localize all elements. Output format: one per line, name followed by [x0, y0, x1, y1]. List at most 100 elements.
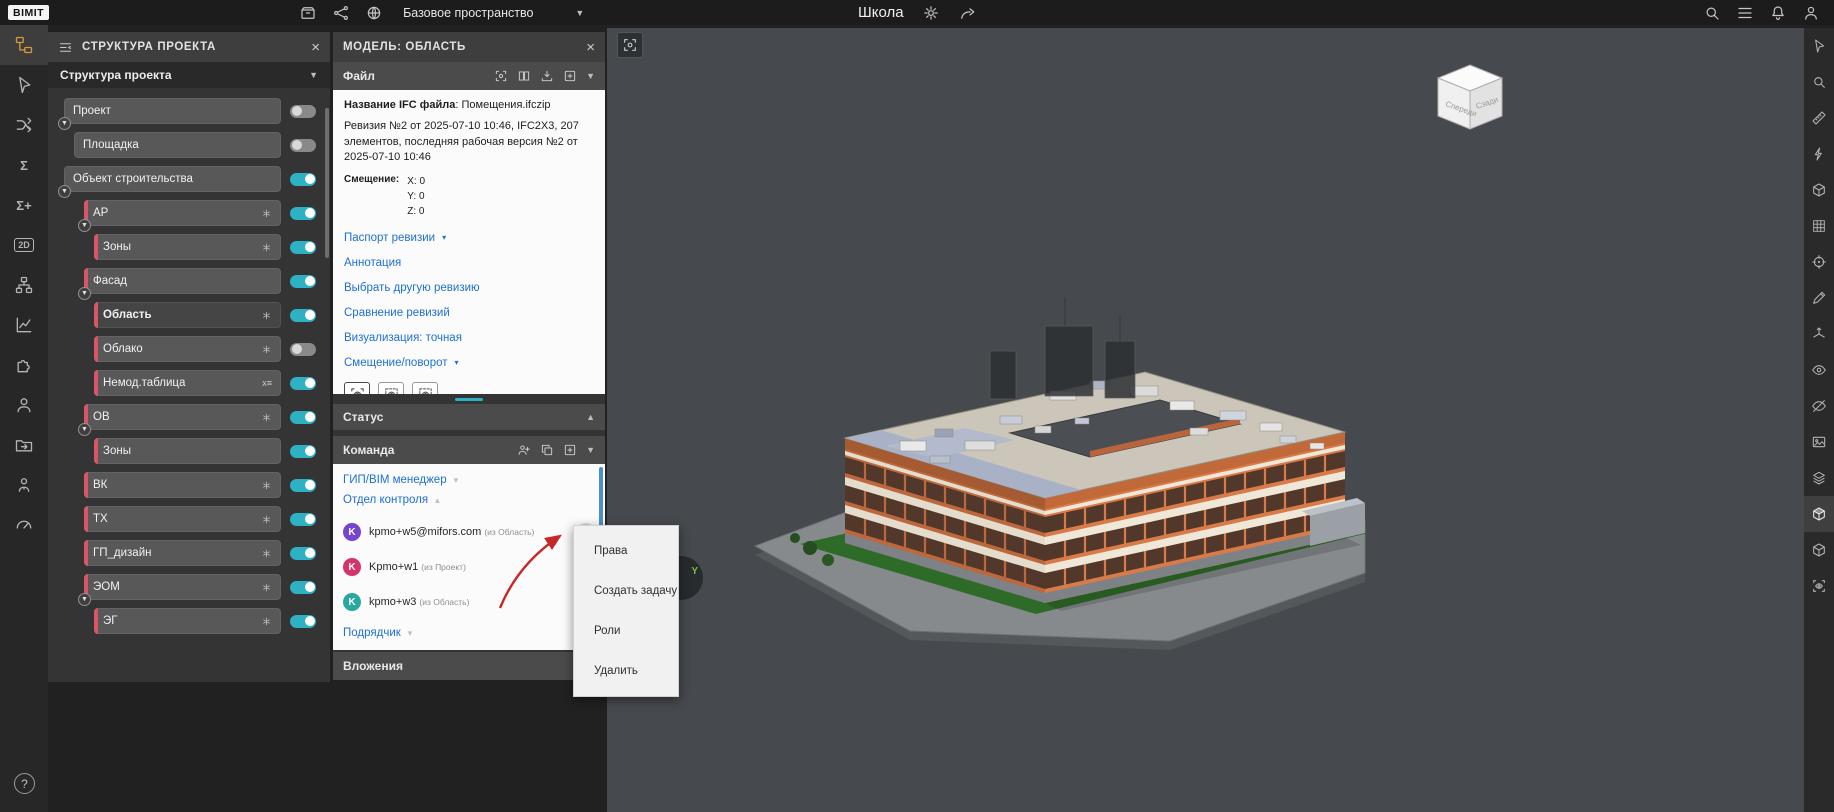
visibility-toggle[interactable] — [290, 513, 316, 526]
context-menu-item-2[interactable]: Роли — [574, 611, 678, 651]
tree-node-10[interactable]: Зоны — [94, 438, 281, 464]
account-icon[interactable] — [1802, 4, 1820, 22]
tree-node-11[interactable]: ВК — [84, 472, 281, 498]
visibility-toggle[interactable] — [290, 173, 316, 186]
file-link-2[interactable]: Выбрать другую ревизию — [344, 282, 594, 294]
rail-item-connections[interactable] — [0, 105, 48, 145]
tool-visibility-off[interactable] — [1804, 388, 1834, 424]
structure-mode-select[interactable]: Структура проекта ▼ — [48, 62, 330, 88]
tree-node-4[interactable]: Зоны — [94, 234, 281, 260]
rail-item-select-cursor[interactable] — [0, 65, 48, 105]
visibility-toggle[interactable] — [290, 309, 316, 322]
notifications-bell-icon[interactable] — [1769, 4, 1787, 22]
share-network-icon[interactable] — [332, 4, 350, 22]
team-group-contractor[interactable]: Подрядчик ▾ — [343, 627, 595, 639]
menu-list-icon[interactable] — [1736, 4, 1754, 22]
context-menu-item-0[interactable]: Права — [574, 531, 678, 571]
viewport-3d[interactable]: Спереди Сзади Y — [607, 28, 1804, 812]
visibility-toggle[interactable] — [290, 479, 316, 492]
team-group-control[interactable]: Отдел контроля ▴ — [343, 494, 595, 506]
tool-markup[interactable] — [1804, 280, 1834, 316]
rail-item-users[interactable] — [0, 385, 48, 425]
tool-isolate-half[interactable] — [1804, 496, 1834, 532]
view-cube[interactable]: Спереди Сзади — [1433, 61, 1507, 141]
rail-item-hierarchy[interactable] — [0, 265, 48, 305]
close-icon[interactable]: × — [586, 40, 595, 55]
visibility-toggle[interactable] — [290, 445, 316, 458]
tree-node-3[interactable]: АР▼ — [84, 200, 281, 226]
chevron-down-icon[interactable]: ▼ — [586, 445, 595, 455]
projects-archive-icon[interactable] — [299, 4, 317, 22]
chevron-up-icon[interactable]: ▲ — [586, 412, 595, 422]
settings-gear-icon[interactable] — [922, 4, 940, 22]
expand-toggle-icon[interactable]: ▼ — [58, 117, 71, 130]
compare-columns-icon[interactable] — [517, 69, 531, 83]
expand-toggle-icon[interactable]: ▼ — [78, 287, 91, 300]
rail-item-chart[interactable] — [0, 305, 48, 345]
tool-pan[interactable] — [1804, 28, 1834, 64]
tree-node-15[interactable]: ЭГ — [94, 608, 281, 634]
add-icon[interactable] — [563, 69, 577, 83]
rail-item-sum-plus[interactable]: Σ+ — [0, 185, 48, 225]
focus-model-button[interactable] — [617, 32, 643, 58]
tree-node-0[interactable]: Проект▼ — [64, 98, 281, 124]
visibility-toggle[interactable] — [290, 207, 316, 220]
close-icon[interactable]: × — [311, 40, 320, 55]
rail-item-dashboard[interactable] — [0, 505, 48, 545]
app-logo[interactable]: BIMIT — [8, 5, 49, 20]
tool-filter-eye[interactable] — [1804, 568, 1834, 604]
expand-toggle-icon[interactable]: ▼ — [78, 423, 91, 436]
team-group-managers[interactable]: ГИП/BIM менеджер ▾ — [343, 474, 595, 486]
collapse-panel-icon[interactable] — [58, 40, 73, 55]
download-icon[interactable] — [540, 69, 554, 83]
visibility-toggle[interactable] — [290, 581, 316, 594]
rail-item-mode-2d[interactable]: 2D — [0, 225, 48, 265]
context-menu-item-1[interactable]: Создать задачу — [574, 571, 678, 611]
expand-toggle-icon[interactable]: ▼ — [78, 593, 91, 606]
tree-node-5[interactable]: Фасад▼ — [84, 268, 281, 294]
share-icon[interactable] — [958, 4, 976, 22]
file-link-1[interactable]: Аннотация — [344, 257, 594, 269]
visibility-toggle[interactable] — [290, 139, 316, 152]
rail-item-sum[interactable]: Σ — [0, 145, 48, 185]
tool-zoom-window[interactable] — [1804, 64, 1834, 100]
tool-grid[interactable] — [1804, 208, 1834, 244]
fit-view-icon[interactable] — [494, 69, 508, 83]
expand-toggle-icon[interactable]: ▼ — [78, 219, 91, 232]
workspace-selector[interactable]: Базовое пространство ▼ — [403, 6, 584, 20]
help-button[interactable]: ? — [14, 773, 35, 794]
file-link-4[interactable]: Визуализация: точная — [344, 332, 594, 344]
tree-node-7[interactable]: Облако — [94, 336, 281, 362]
visibility-toggle[interactable] — [290, 241, 316, 254]
add-user-icon[interactable] — [517, 443, 531, 457]
visibility-toggle[interactable] — [290, 615, 316, 628]
copy-icon[interactable] — [540, 443, 554, 457]
search-icon[interactable] — [1703, 4, 1721, 22]
rail-item-user-location[interactable] — [0, 465, 48, 505]
tool-move-axes[interactable] — [1804, 316, 1834, 352]
tool-visibility[interactable] — [1804, 352, 1834, 388]
status-section-header[interactable]: Статус ▲ — [333, 404, 605, 430]
tool-lightning[interactable] — [1804, 136, 1834, 172]
visibility-toggle[interactable] — [290, 411, 316, 424]
visibility-toggle[interactable] — [290, 547, 316, 560]
globe-icon[interactable] — [365, 4, 383, 22]
visibility-toggle[interactable] — [290, 377, 316, 390]
tree-node-1[interactable]: Площадка — [74, 132, 281, 158]
context-menu-item-3[interactable]: Удалить — [574, 651, 678, 691]
tool-model-cube[interactable] — [1804, 532, 1834, 568]
visibility-toggle[interactable] — [290, 275, 316, 288]
rail-item-shared-folder[interactable] — [0, 425, 48, 465]
rail-item-structure-tree[interactable] — [0, 25, 48, 65]
file-link-3[interactable]: Сравнение ревизий — [344, 307, 594, 319]
tree-node-12[interactable]: ТХ — [84, 506, 281, 532]
tree-node-9[interactable]: ОВ▼ — [84, 404, 281, 430]
attachments-section-header[interactable]: Вложения — [333, 652, 605, 680]
tool-focus-target[interactable] — [1804, 244, 1834, 280]
visibility-preset-1-button[interactable] — [344, 382, 370, 394]
file-link-5[interactable]: Смещение/поворот▾ — [344, 357, 594, 369]
tree-node-14[interactable]: ЭОМ▼ — [84, 574, 281, 600]
tree-node-6[interactable]: Область — [94, 302, 281, 328]
tree-node-8[interactable]: Немод.таблицаx≡ — [94, 370, 281, 396]
visibility-preset-2-button[interactable] — [378, 382, 404, 394]
